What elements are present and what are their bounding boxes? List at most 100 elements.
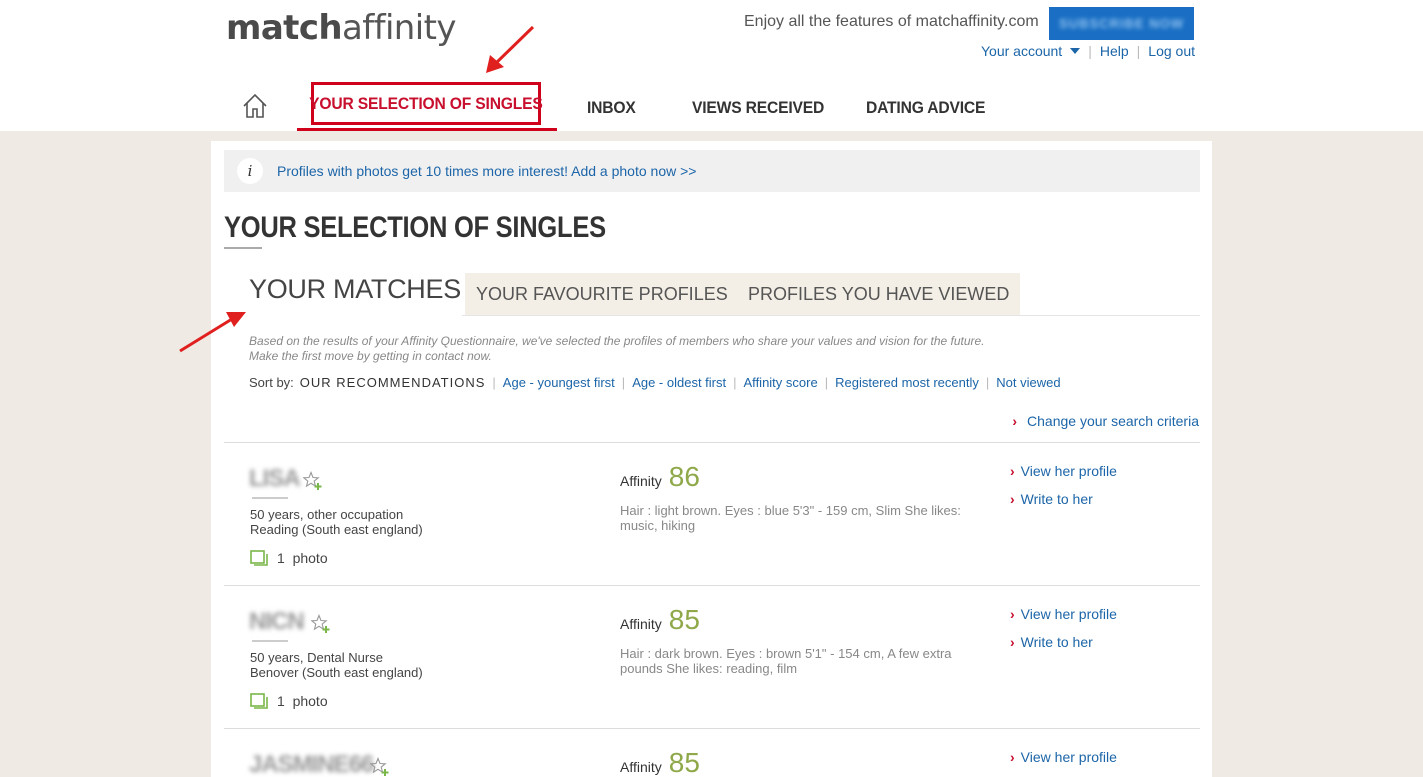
view-profile-label: View her profile	[1020, 463, 1117, 479]
your-account-label: Your account	[980, 43, 1063, 59]
photo-icon	[250, 550, 268, 566]
main-nav: YOUR SELECTION OF SINGLES INBOX VIEWS RE…	[0, 82, 1423, 131]
affinity-value: 85	[668, 604, 700, 635]
affinity-score: Affinity 85	[620, 604, 700, 636]
info-banner: i Profiles with photos get 10 times more…	[224, 150, 1200, 192]
sort-current: OUR RECOMMENDATIONS	[299, 375, 486, 390]
separator: |	[1088, 43, 1092, 59]
separator: |	[824, 375, 829, 390]
view-profile-label: View her profile	[1020, 749, 1117, 765]
affinity-label: Affinity	[620, 473, 662, 489]
account-links: Your account | Help | Log out	[981, 43, 1195, 59]
name-divider	[252, 497, 288, 499]
match-location: Reading (South east england)	[250, 522, 423, 537]
sort-label: Sort by:	[249, 375, 294, 390]
sort-affinity-score[interactable]: Affinity score	[744, 375, 818, 390]
photo-count-value: 1	[277, 693, 285, 709]
add-favourite-icon[interactable]	[370, 757, 390, 777]
chevron-right-icon: ›	[1012, 413, 1018, 429]
sort-youngest-first[interactable]: Age - youngest first	[503, 375, 615, 390]
match-card: JASMINE66 Affinity 85 › View her profile	[224, 729, 1200, 777]
tab-profiles-viewed[interactable]: PROFILES YOU HAVE VIEWED	[737, 273, 1021, 315]
intro-line-2: Make the first move by getting in contac…	[249, 349, 492, 363]
match-name[interactable]: LISA	[249, 465, 301, 493]
nav-item-views-received[interactable]: VIEWS RECEIVED	[692, 98, 824, 118]
match-details: 50 years, Dental Nurse Benover (South ea…	[250, 650, 423, 680]
help-link[interactable]: Help	[1100, 43, 1129, 59]
add-favourite-icon[interactable]	[303, 471, 323, 491]
affinity-label: Affinity	[620, 616, 662, 632]
nav-item-label: YOUR SELECTION OF SINGLES	[309, 93, 543, 113]
add-photo-link[interactable]: Profiles with photos get 10 times more i…	[277, 163, 696, 179]
photo-count[interactable]: 1 photo	[250, 693, 328, 709]
active-tab-underline	[297, 128, 557, 131]
chevron-right-icon: ›	[1010, 634, 1015, 650]
chevron-right-icon: ›	[1010, 463, 1015, 479]
promo-text: Enjoy all the features of matchaffinity.…	[744, 13, 1039, 30]
change-search-criteria-link[interactable]: › Change your search criteria	[1012, 413, 1199, 429]
intro-line-1: Based on the results of your Affinity Qu…	[249, 334, 985, 348]
nav-item-selection-of-singles[interactable]: YOUR SELECTION OF SINGLES	[309, 82, 543, 125]
tabs-divider	[462, 315, 1200, 316]
logo[interactable]: matchaffinity	[226, 8, 456, 48]
chevron-right-icon: ›	[1010, 749, 1015, 765]
page-title: YOUR SELECTION OF SINGLES	[224, 211, 606, 244]
sort-not-viewed[interactable]: Not viewed	[996, 375, 1060, 390]
tab-favourite-profiles[interactable]: YOUR FAVOURITE PROFILES	[465, 273, 739, 315]
affinity-score: Affinity 85	[620, 747, 700, 777]
separator: |	[985, 375, 990, 390]
write-label: Write to her	[1020, 491, 1093, 507]
info-icon: i	[237, 158, 263, 184]
photo-count-label: photo	[292, 550, 328, 566]
match-location: Benover (South east england)	[250, 665, 423, 680]
name-divider	[252, 640, 288, 642]
home-icon[interactable]	[242, 93, 268, 119]
affinity-value: 85	[668, 747, 700, 777]
match-description: Hair : light brown. Eyes : blue 5'3" - 1…	[620, 503, 961, 533]
match-description: Hair : dark brown. Eyes : brown 5'1" - 1…	[620, 646, 952, 676]
match-age-occupation: 50 years, Dental Nurse	[250, 650, 383, 665]
your-account-link[interactable]: Your account	[980, 43, 1081, 59]
photo-count-value: 1	[277, 550, 285, 566]
separator: |	[733, 375, 737, 390]
photo-icon	[250, 693, 268, 709]
match-name[interactable]: NICN	[249, 608, 305, 636]
view-profile-link[interactable]: › View her profile	[1010, 749, 1117, 765]
separator: |	[492, 375, 496, 390]
separator: |	[1136, 43, 1141, 59]
nav-item-dating-advice[interactable]: DATING ADVICE	[866, 98, 985, 118]
subscribe-label: SUBSCRIBE NOW	[1059, 16, 1184, 31]
write-to-her-link[interactable]: › Write to her	[1010, 491, 1093, 507]
view-profile-link[interactable]: › View her profile	[1010, 463, 1117, 479]
title-divider	[224, 247, 262, 249]
sort-oldest-first[interactable]: Age - oldest first	[632, 375, 726, 390]
match-age-occupation: 50 years, other occupation	[250, 507, 404, 522]
subscribe-button[interactable]: SUBSCRIBE NOW	[1049, 7, 1194, 40]
match-details: 50 years, other occupation Reading (Sout…	[250, 507, 423, 537]
main-content: i Profiles with photos get 10 times more…	[211, 141, 1212, 777]
site-header: matchaffinity Enjoy all the features of …	[0, 0, 1423, 131]
photo-count-label: photo	[292, 693, 328, 709]
write-label: Write to her	[1020, 634, 1093, 650]
chevron-down-icon	[1070, 48, 1081, 54]
view-profile-link[interactable]: › View her profile	[1010, 606, 1117, 622]
chevron-right-icon: ›	[1010, 606, 1015, 622]
logo-light: affinity	[341, 8, 456, 48]
separator: |	[621, 375, 626, 390]
affinity-score: Affinity 86	[620, 461, 700, 493]
intro-text: Based on the results of your Affinity Qu…	[249, 334, 985, 364]
nav-item-inbox[interactable]: INBOX	[587, 98, 636, 118]
photo-count[interactable]: 1 photo	[250, 550, 328, 566]
affinity-label: Affinity	[620, 759, 662, 775]
logout-link[interactable]: Log out	[1148, 43, 1195, 59]
sort-registered-recently[interactable]: Registered most recently	[835, 375, 979, 390]
match-card: LISA 50 years, other occupation Reading …	[224, 443, 1200, 586]
match-card: NICN 50 years, Dental Nurse Benover (Sou…	[224, 586, 1200, 729]
sort-bar: Sort by: OUR RECOMMENDATIONS | Age - you…	[249, 375, 1061, 390]
write-to-her-link[interactable]: › Write to her	[1010, 634, 1093, 650]
match-name[interactable]: JASMINE66	[249, 751, 374, 777]
chevron-right-icon: ›	[1010, 491, 1015, 507]
add-favourite-icon[interactable]	[311, 614, 331, 634]
tab-your-matches[interactable]: YOUR MATCHES	[249, 274, 461, 305]
view-profile-label: View her profile	[1020, 606, 1117, 622]
